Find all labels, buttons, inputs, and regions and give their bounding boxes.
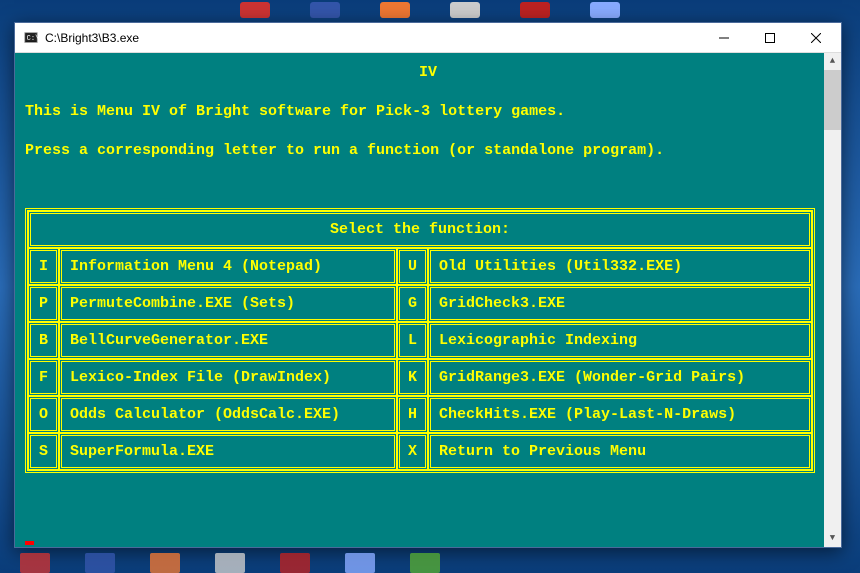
vertical-scrollbar[interactable]: ▲ ▼ bbox=[824, 53, 841, 547]
taskbar-icon bbox=[150, 553, 180, 573]
menu-key[interactable]: U bbox=[397, 248, 428, 285]
taskbar-icon bbox=[215, 553, 245, 573]
close-button[interactable] bbox=[793, 23, 839, 52]
titlebar[interactable]: C:\ C:\Bright3\B3.exe bbox=[15, 23, 841, 53]
table-row: O Odds Calculator (OddsCalc.EXE) H Check… bbox=[28, 396, 812, 433]
menu-key[interactable]: K bbox=[397, 359, 428, 396]
menu-desc: GridCheck3.EXE bbox=[428, 285, 812, 322]
table-row: P PermuteCombine.EXE (Sets) G GridCheck3… bbox=[28, 285, 812, 322]
minimize-button[interactable] bbox=[701, 23, 747, 52]
menu-key[interactable]: G bbox=[397, 285, 428, 322]
scroll-up-arrow-icon[interactable]: ▲ bbox=[824, 53, 841, 70]
menu-key[interactable]: F bbox=[28, 359, 59, 396]
menu-desc: Odds Calculator (OddsCalc.EXE) bbox=[59, 396, 397, 433]
table-row: I Information Menu 4 (Notepad) U Old Uti… bbox=[28, 248, 812, 285]
console-area[interactable]: IV This is Menu IV of Bright software fo… bbox=[15, 53, 841, 547]
menu-key[interactable]: L bbox=[397, 322, 428, 359]
taskbar-icon bbox=[380, 2, 410, 18]
menu-desc: Information Menu 4 (Notepad) bbox=[59, 248, 397, 285]
taskbar-icon bbox=[450, 2, 480, 18]
app-icon: C:\ bbox=[23, 30, 39, 46]
menu-key[interactable]: H bbox=[397, 396, 428, 433]
maximize-button[interactable] bbox=[747, 23, 793, 52]
menu-desc: Lexicographic Indexing bbox=[428, 322, 812, 359]
menu-key[interactable]: S bbox=[28, 433, 59, 470]
taskbar-icon bbox=[280, 553, 310, 573]
taskbar-icon bbox=[590, 2, 620, 18]
menu-desc: Return to Previous Menu bbox=[428, 433, 812, 470]
table-row: S SuperFormula.EXE X Return to Previous … bbox=[28, 433, 812, 470]
table-row: F Lexico-Index File (DrawIndex) K GridRa… bbox=[28, 359, 812, 396]
desktop-taskbar-bottom bbox=[0, 548, 860, 573]
taskbar-icon bbox=[20, 553, 50, 573]
taskbar-icon bbox=[310, 2, 340, 18]
scroll-thumb[interactable] bbox=[824, 70, 841, 130]
app-window: C:\ C:\Bright3\B3.exe IV This is Menu IV… bbox=[14, 22, 842, 548]
menu-desc: BellCurveGenerator.EXE bbox=[59, 322, 397, 359]
menu-key[interactable]: I bbox=[28, 248, 59, 285]
scroll-down-arrow-icon[interactable]: ▼ bbox=[824, 530, 841, 547]
taskbar-icon bbox=[520, 2, 550, 18]
window-title: C:\Bright3\B3.exe bbox=[45, 31, 701, 45]
intro-line-2: Press a corresponding letter to run a fu… bbox=[15, 143, 841, 158]
taskbar-icon bbox=[410, 553, 440, 573]
menu-desc: Old Utilities (Util332.EXE) bbox=[428, 248, 812, 285]
menu-desc: PermuteCombine.EXE (Sets) bbox=[59, 285, 397, 322]
svg-text:C:\: C:\ bbox=[27, 34, 38, 42]
menu-table: Select the function: I Information Menu … bbox=[25, 208, 815, 473]
menu-heading: IV bbox=[15, 65, 841, 80]
taskbar-icon bbox=[240, 2, 270, 18]
menu-key[interactable]: P bbox=[28, 285, 59, 322]
menu-key[interactable]: B bbox=[28, 322, 59, 359]
table-row: B BellCurveGenerator.EXE L Lexicographic… bbox=[28, 322, 812, 359]
menu-desc: SuperFormula.EXE bbox=[59, 433, 397, 470]
menu-key[interactable]: X bbox=[397, 433, 428, 470]
menu-desc: CheckHits.EXE (Play-Last-N-Draws) bbox=[428, 396, 812, 433]
menu-desc: GridRange3.EXE (Wonder-Grid Pairs) bbox=[428, 359, 812, 396]
menu-desc: Lexico-Index File (DrawIndex) bbox=[59, 359, 397, 396]
menu-table-title: Select the function: bbox=[28, 211, 812, 248]
menu-table-wrapper: Select the function: I Information Menu … bbox=[25, 208, 815, 473]
desktop-taskbar-top bbox=[0, 0, 860, 20]
taskbar-icon bbox=[345, 553, 375, 573]
taskbar-icon bbox=[85, 553, 115, 573]
text-cursor bbox=[25, 541, 34, 545]
menu-key[interactable]: O bbox=[28, 396, 59, 433]
intro-line-1: This is Menu IV of Bright software for P… bbox=[15, 104, 841, 119]
window-controls bbox=[701, 23, 839, 52]
